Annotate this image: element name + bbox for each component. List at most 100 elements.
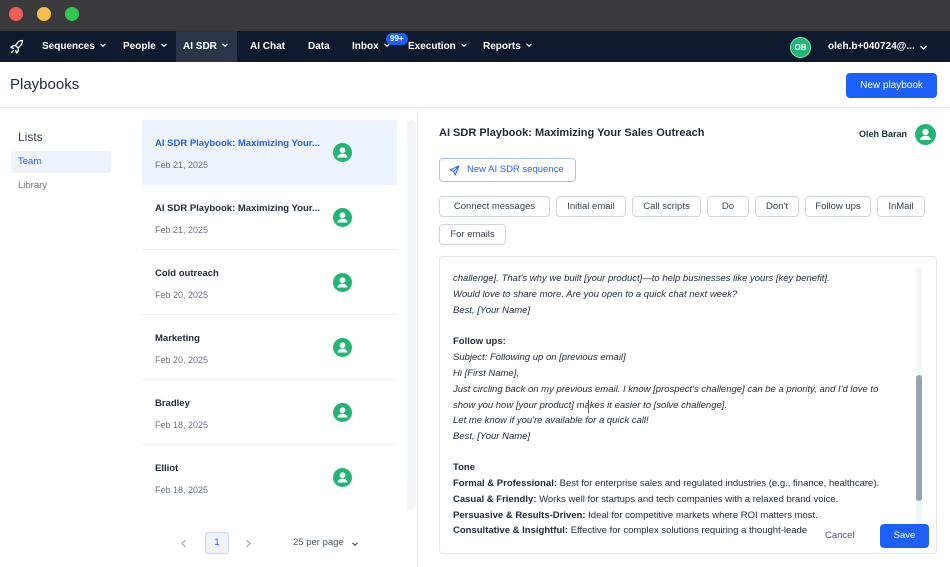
- playbook-title: Bradley: [155, 398, 190, 409]
- window-titlebar: [0, 0, 950, 31]
- chevron-down-icon: [460, 43, 467, 48]
- user-avatar-icon: [333, 403, 352, 422]
- minimize-window-button[interactable]: [37, 7, 51, 21]
- playbook-date: Feb 18, 2025: [155, 420, 209, 430]
- playbook-item[interactable]: Elliot Feb 18, 2025: [142, 445, 397, 510]
- content-line: Just circling back on my previous email.…: [453, 384, 879, 395]
- author-name: Oleh Baran: [859, 129, 908, 139]
- header-divider: [0, 107, 950, 108]
- tone-text: Best for enterprise sales and regulated …: [559, 478, 880, 489]
- nav-inbox-label: Inbox: [352, 41, 379, 52]
- playbook-content-editor[interactable]: challenge]. That's why we built [your pr…: [439, 256, 937, 554]
- playbook-list-scrollbar[interactable]: [407, 120, 416, 510]
- content-line: Let me know if you're available for a qu…: [453, 415, 649, 426]
- user-avatar-icon: [915, 124, 936, 145]
- content-line: Subject: Following up on [previous email…: [453, 352, 626, 363]
- nav-people[interactable]: People: [116, 31, 175, 62]
- save-button[interactable]: Save: [880, 524, 929, 548]
- playbook-title: Marketing: [155, 333, 200, 344]
- chevron-down-icon: [160, 43, 167, 48]
- tab-connect-messages[interactable]: Connect messages: [439, 196, 550, 217]
- chevron-right-icon[interactable]: [244, 539, 252, 548]
- inbox-count-badge: 99+: [386, 33, 408, 45]
- tab-follow-ups[interactable]: Follow ups: [805, 196, 871, 217]
- new-ai-sdr-sequence-button[interactable]: New AI SDR sequence: [439, 158, 576, 182]
- tone-label: Casual & Friendly:: [453, 494, 537, 505]
- user-avatar-icon: [333, 338, 352, 357]
- user-account-menu[interactable]: oleh.b+040724@...: [828, 31, 915, 62]
- nav-reports[interactable]: Reports: [476, 31, 540, 62]
- playbook-item[interactable]: Cold outreach Feb 20, 2025: [142, 250, 397, 315]
- nav-reports-label: Reports: [483, 41, 521, 52]
- user-avatar-icon: [333, 468, 352, 487]
- cancel-button[interactable]: Cancel: [825, 530, 855, 541]
- content-line: Best, [Your Name]: [453, 305, 531, 316]
- chevron-left-icon[interactable]: [180, 539, 188, 548]
- playbook-item[interactable]: AI SDR Playbook: Maximizing Your... Feb …: [142, 120, 397, 185]
- close-window-button[interactable]: [9, 7, 23, 21]
- nav-sequences-label: Sequences: [42, 41, 95, 52]
- content-line: challenge]. That's why we built [your pr…: [453, 273, 830, 284]
- maximize-window-button[interactable]: [65, 7, 79, 21]
- playbook-title: Cold outreach: [155, 268, 219, 279]
- playbook-detail-title: AI SDR Playbook: Maximizing Your Sales O…: [439, 127, 705, 139]
- send-icon: [449, 165, 460, 176]
- tone-label: Consultative & Insightful:: [453, 525, 569, 536]
- nav-execution-label: Execution: [408, 41, 456, 52]
- tone-text: Ideal for competitive markets where ROI …: [588, 510, 818, 521]
- tone-label: Persuasive & Results-Driven:: [453, 510, 586, 521]
- list-item-library[interactable]: Library: [18, 180, 47, 191]
- nav-people-label: People: [123, 41, 156, 52]
- nav-data-label: Data: [308, 41, 330, 52]
- pagination-current-page[interactable]: 1: [205, 532, 229, 554]
- nav-execution[interactable]: Execution: [401, 31, 475, 62]
- tab-inmail[interactable]: InMail: [877, 196, 925, 217]
- tone-label: Formal & Professional:: [453, 478, 557, 489]
- tone-text: Works well for startups and tech compani…: [539, 494, 839, 505]
- chevron-down-icon[interactable]: [919, 43, 928, 52]
- new-playbook-button[interactable]: New playbook: [846, 73, 937, 98]
- user-avatar-icon: [333, 208, 352, 227]
- playbook-title: Elliot: [155, 463, 179, 474]
- tone-line: Formal & Professional: Best for enterpri…: [453, 478, 879, 489]
- nav-ai-sdr[interactable]: AI SDR: [176, 31, 237, 62]
- playbook-date: Feb 18, 2025: [155, 485, 209, 495]
- chevron-down-icon: [525, 43, 532, 48]
- nav-data[interactable]: Data: [301, 31, 337, 62]
- tab-initial-email[interactable]: Initial email: [556, 196, 626, 217]
- text-cursor: [588, 400, 589, 413]
- column-divider: [417, 108, 418, 567]
- page-title: Playbooks: [10, 76, 80, 93]
- nav-ai-chat[interactable]: AI Chat: [243, 31, 292, 62]
- tab-for-emails[interactable]: For emails: [439, 224, 506, 245]
- tone-line: Casual & Friendly: Works well for startu…: [453, 494, 838, 505]
- user-avatar-icon: [333, 273, 352, 292]
- playbook-date: Feb 20, 2025: [155, 355, 209, 365]
- chevron-down-icon: [99, 43, 106, 48]
- content-line: Would love to share more. Are you open t…: [453, 289, 738, 300]
- tab-call-scripts[interactable]: Call scripts: [632, 196, 701, 217]
- tab-dont[interactable]: Don't: [755, 196, 799, 217]
- per-page-select[interactable]: 25 per page: [293, 537, 344, 548]
- list-item-team[interactable]: Team: [11, 151, 111, 173]
- playbook-item[interactable]: Marketing Feb 20, 2025: [142, 315, 397, 380]
- tone-line: Persuasive & Results-Driven: Ideal for c…: [453, 510, 818, 521]
- new-ai-sdr-sequence-label: New AI SDR sequence: [467, 164, 564, 175]
- playbook-item[interactable]: AI SDR Playbook: Maximizing Your... Feb …: [142, 185, 397, 250]
- playbook-date: Feb 21, 2025: [155, 160, 209, 170]
- tab-do[interactable]: Do: [707, 196, 749, 217]
- rocket-icon[interactable]: [9, 39, 25, 55]
- editor-scrollbar-thumb[interactable]: [916, 375, 922, 501]
- tone-text: Effective for complex solutions requirin…: [570, 525, 808, 536]
- content-line: Hi [First Name],: [453, 368, 519, 379]
- section-heading: Tone: [453, 462, 475, 473]
- chevron-down-icon[interactable]: [351, 540, 359, 548]
- tone-line: Consultative & Insightful: Effective for…: [453, 525, 807, 536]
- content-line: show you how [your product] makes it eas…: [453, 400, 728, 411]
- section-heading: Follow ups:: [453, 336, 506, 347]
- nav-sequences[interactable]: Sequences: [35, 31, 114, 62]
- playbook-date: Feb 20, 2025: [155, 290, 209, 300]
- playbook-item[interactable]: Bradley Feb 18, 2025: [142, 380, 397, 445]
- user-avatar-icon: [333, 143, 352, 162]
- user-avatar[interactable]: OB: [790, 37, 811, 58]
